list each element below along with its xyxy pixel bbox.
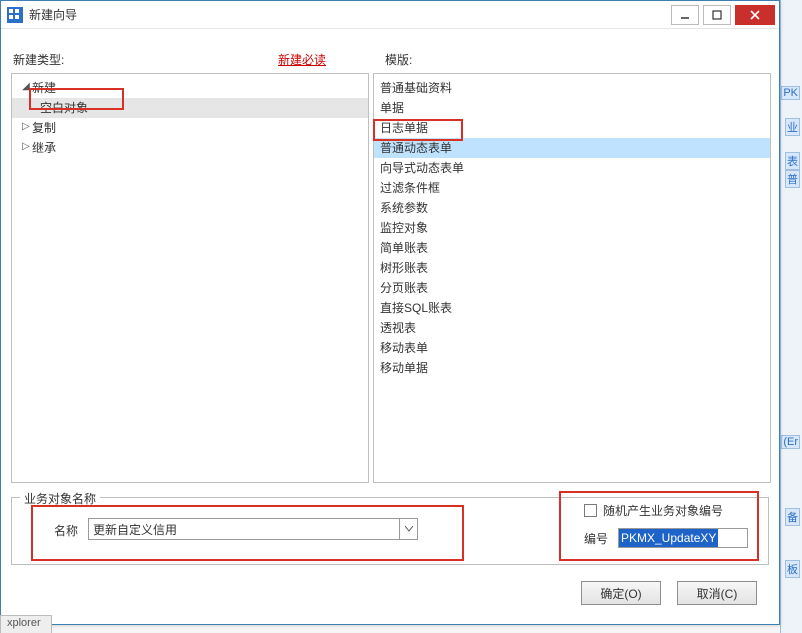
list-item[interactable]: 向导式动态表单: [374, 158, 770, 178]
list-item[interactable]: 日志单据: [374, 118, 770, 138]
list-item-label: 单据: [380, 101, 404, 115]
tree-node-copy[interactable]: ▷ 复制: [12, 118, 368, 138]
group-legend: 业务对象名称: [20, 490, 100, 507]
random-code-checkbox[interactable]: 随机产生业务对象编号: [584, 502, 723, 519]
tree-node-label: 继承: [32, 139, 56, 157]
titlebar: 新建向导: [1, 1, 779, 29]
list-item-label: 移动单据: [380, 361, 428, 375]
cancel-button[interactable]: 取消(C): [677, 581, 757, 605]
list-item-label: 直接SQL账表: [380, 301, 452, 315]
template-list-pane: 普通基础资料 单据 日志单据 普通动态表单 向导式动态表单 过滤条件框 系统参数…: [373, 73, 771, 483]
list-item[interactable]: 简单账表: [374, 238, 770, 258]
ok-button[interactable]: 确定(O): [581, 581, 661, 605]
list-item[interactable]: 单据: [374, 98, 770, 118]
template-list[interactable]: 普通基础资料 单据 日志单据 普通动态表单 向导式动态表单 过滤条件框 系统参数…: [374, 74, 770, 382]
minimize-button[interactable]: [671, 5, 699, 25]
button-label: 确定(O): [600, 585, 641, 602]
tree-node-inherit[interactable]: ▷ 继承: [12, 138, 368, 158]
list-item[interactable]: 移动表单: [374, 338, 770, 358]
list-item-label: 过滤条件框: [380, 181, 440, 195]
bg-chip: 表: [785, 152, 800, 170]
list-item[interactable]: 直接SQL账表: [374, 298, 770, 318]
list-item[interactable]: 过滤条件框: [374, 178, 770, 198]
list-item-label: 树形账表: [380, 261, 428, 275]
bg-chip: 普: [785, 170, 800, 188]
window-title: 新建向导: [29, 6, 77, 23]
object-name-group: 业务对象名称 名称 更新自定义信用 随机产生业务对象编号 编号 PKMX_Upd…: [11, 497, 769, 565]
list-item[interactable]: 普通基础资料: [374, 78, 770, 98]
expand-icon[interactable]: ▷: [20, 118, 32, 136]
list-item-label: 向导式动态表单: [380, 161, 464, 175]
list-item-label: 移动表单: [380, 341, 428, 355]
code-label: 编号: [584, 530, 608, 547]
list-item-label: 系统参数: [380, 201, 428, 215]
tree-node-blank-object[interactable]: 空白对象: [12, 98, 368, 118]
bg-chip: 业: [785, 118, 800, 136]
list-item-label: 简单账表: [380, 241, 428, 255]
bg-chip: 备: [785, 508, 800, 526]
explorer-tab[interactable]: xplorer: [0, 615, 52, 633]
bg-chip: PK: [781, 86, 800, 100]
list-item-label: 分页账表: [380, 281, 428, 295]
list-item-label: 普通动态表单: [380, 141, 452, 155]
new-type-tree-pane: ◢ 新建 空白对象 ▷ 复制 ▷ 继承: [11, 73, 369, 483]
list-item[interactable]: 监控对象: [374, 218, 770, 238]
app-icon: [7, 7, 23, 23]
code-input[interactable]: PKMX_UpdateXY: [618, 528, 748, 548]
list-item[interactable]: 系统参数: [374, 198, 770, 218]
checkbox-box[interactable]: [584, 504, 597, 517]
tree-node-label: 空白对象: [40, 101, 88, 115]
list-item[interactable]: 移动单据: [374, 358, 770, 378]
new-type-tree[interactable]: ◢ 新建 空白对象 ▷ 复制 ▷ 继承: [12, 74, 368, 162]
expand-icon[interactable]: ◢: [20, 78, 32, 96]
name-combobox[interactable]: 更新自定义信用: [88, 518, 418, 540]
bg-chip: 板: [785, 560, 800, 578]
tree-node-label: 复制: [32, 119, 56, 137]
checkbox-label: 随机产生业务对象编号: [603, 502, 723, 519]
template-label: 模版:: [385, 51, 412, 68]
list-item-label: 监控对象: [380, 221, 428, 235]
expand-icon[interactable]: ▷: [20, 138, 32, 156]
new-type-label: 新建类型:: [13, 51, 64, 68]
button-label: 取消(C): [697, 585, 738, 602]
list-item[interactable]: 普通动态表单: [374, 138, 770, 158]
name-value: 更新自定义信用: [89, 521, 399, 538]
name-label: 名称: [54, 522, 78, 539]
list-item[interactable]: 树形账表: [374, 258, 770, 278]
maximize-button[interactable]: [703, 5, 731, 25]
new-readme-link[interactable]: 新建必读: [278, 51, 326, 68]
tree-node-label: 新建: [32, 79, 56, 97]
tree-node-new[interactable]: ◢ 新建: [12, 78, 368, 98]
code-value: PKMX_UpdateXY: [619, 529, 718, 547]
list-item[interactable]: 分页账表: [374, 278, 770, 298]
list-item-label: 日志单据: [380, 121, 428, 135]
new-wizard-dialog: 新建向导 新建类型: 新建必读 模版: ◢ 新建: [0, 0, 780, 625]
list-item[interactable]: 透视表: [374, 318, 770, 338]
bg-chip: (Er: [781, 435, 800, 449]
chevron-down-icon[interactable]: [399, 519, 417, 539]
close-button[interactable]: [735, 5, 775, 25]
list-item-label: 普通基础资料: [380, 81, 452, 95]
list-item-label: 透视表: [380, 321, 416, 335]
